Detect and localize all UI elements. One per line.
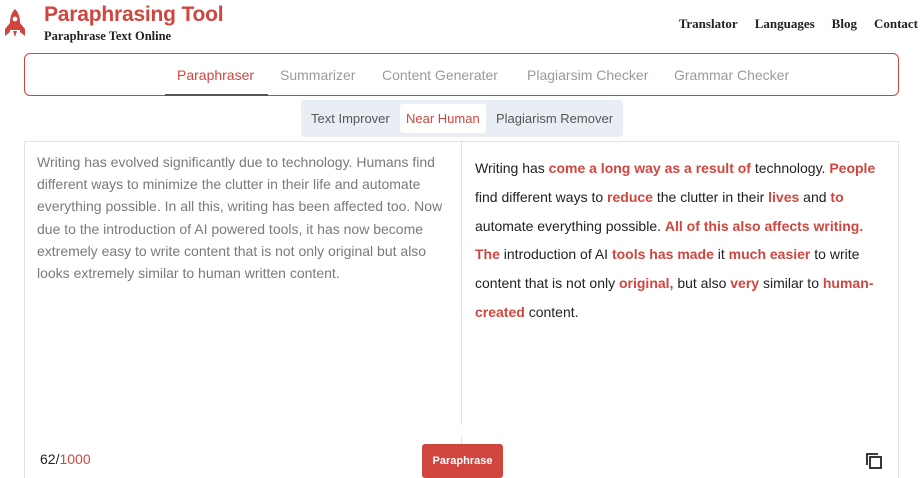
changed-phrase[interactable]: very <box>730 275 759 291</box>
word-counter: 62/1000 <box>40 451 91 467</box>
tool-tabs: Paraphraser Summarizer Content Generater… <box>24 53 899 96</box>
nav-translator[interactable]: Translator <box>679 16 738 32</box>
mode-near-human[interactable]: Near Human <box>400 104 486 133</box>
mode-plagiarism-remover[interactable]: Plagiarism Remover <box>496 104 613 133</box>
changed-phrase[interactable]: to <box>830 189 843 205</box>
unchanged-phrase: and <box>799 188 831 205</box>
panel-divider <box>461 142 462 425</box>
unchanged-phrase: content. <box>524 303 579 320</box>
unchanged-phrase: find different ways to <box>475 188 608 205</box>
nav-blog[interactable]: Blog <box>832 16 857 32</box>
word-count: 62 <box>40 451 56 467</box>
header: Paraphrasing Tool Paraphrase Text Online… <box>0 0 921 50</box>
unchanged-phrase: introduction of AI <box>499 246 612 263</box>
unchanged-phrase: Writing has <box>475 160 549 176</box>
brand-subtitle: Paraphrase Text Online <box>44 29 172 43</box>
changed-phrase[interactable]: People <box>829 160 875 176</box>
unchanged-phrase: the clutter in their <box>652 188 769 205</box>
mode-text-improver[interactable]: Text Improver <box>311 104 390 133</box>
unchanged-phrase: technology. <box>750 160 830 176</box>
brand-title[interactable]: Paraphrasing Tool <box>44 3 224 27</box>
unchanged-phrase: automate everything possible. <box>475 217 665 234</box>
changed-phrase[interactable]: original, <box>619 275 673 291</box>
changed-phrase[interactable]: much easier <box>729 246 811 262</box>
unchanged-phrase: but also <box>673 275 731 292</box>
nav-languages[interactable]: Languages <box>755 16 815 32</box>
mode-selector: Text Improver Near Human Plagiarism Remo… <box>301 100 623 137</box>
active-tab-indicator <box>165 94 268 96</box>
nav-contact[interactable]: Contact <box>874 16 918 32</box>
tab-paraphraser[interactable]: Paraphraser <box>177 67 254 83</box>
tab-plagiarsim-checker[interactable]: Plagiarsim Checker <box>527 67 648 83</box>
word-limit: 1000 <box>59 451 91 467</box>
tab-content-generater[interactable]: Content Generater <box>382 67 498 83</box>
output-text[interactable]: Writing has come a long way as a result … <box>475 154 890 327</box>
paraphrase-button[interactable]: Paraphrase <box>422 444 503 478</box>
input-textarea[interactable]: Writing has evolved significantly due to… <box>37 151 452 284</box>
copy-icon[interactable] <box>865 452 883 470</box>
editor: Writing has evolved significantly due to… <box>24 141 899 478</box>
changed-phrase[interactable]: tools has made <box>612 246 714 262</box>
tab-grammar-checker[interactable]: Grammar Checker <box>674 67 789 83</box>
changed-phrase[interactable]: lives <box>768 189 799 205</box>
changed-phrase[interactable]: reduce <box>607 189 653 205</box>
top-nav: Translator Languages Blog Contact <box>662 16 918 32</box>
unchanged-phrase: it <box>713 246 729 263</box>
changed-phrase[interactable]: come a long way as a result of <box>549 160 751 176</box>
rocket-icon[interactable] <box>4 8 26 38</box>
tab-summarizer[interactable]: Summarizer <box>280 67 355 83</box>
unchanged-phrase: similar to <box>759 275 823 292</box>
